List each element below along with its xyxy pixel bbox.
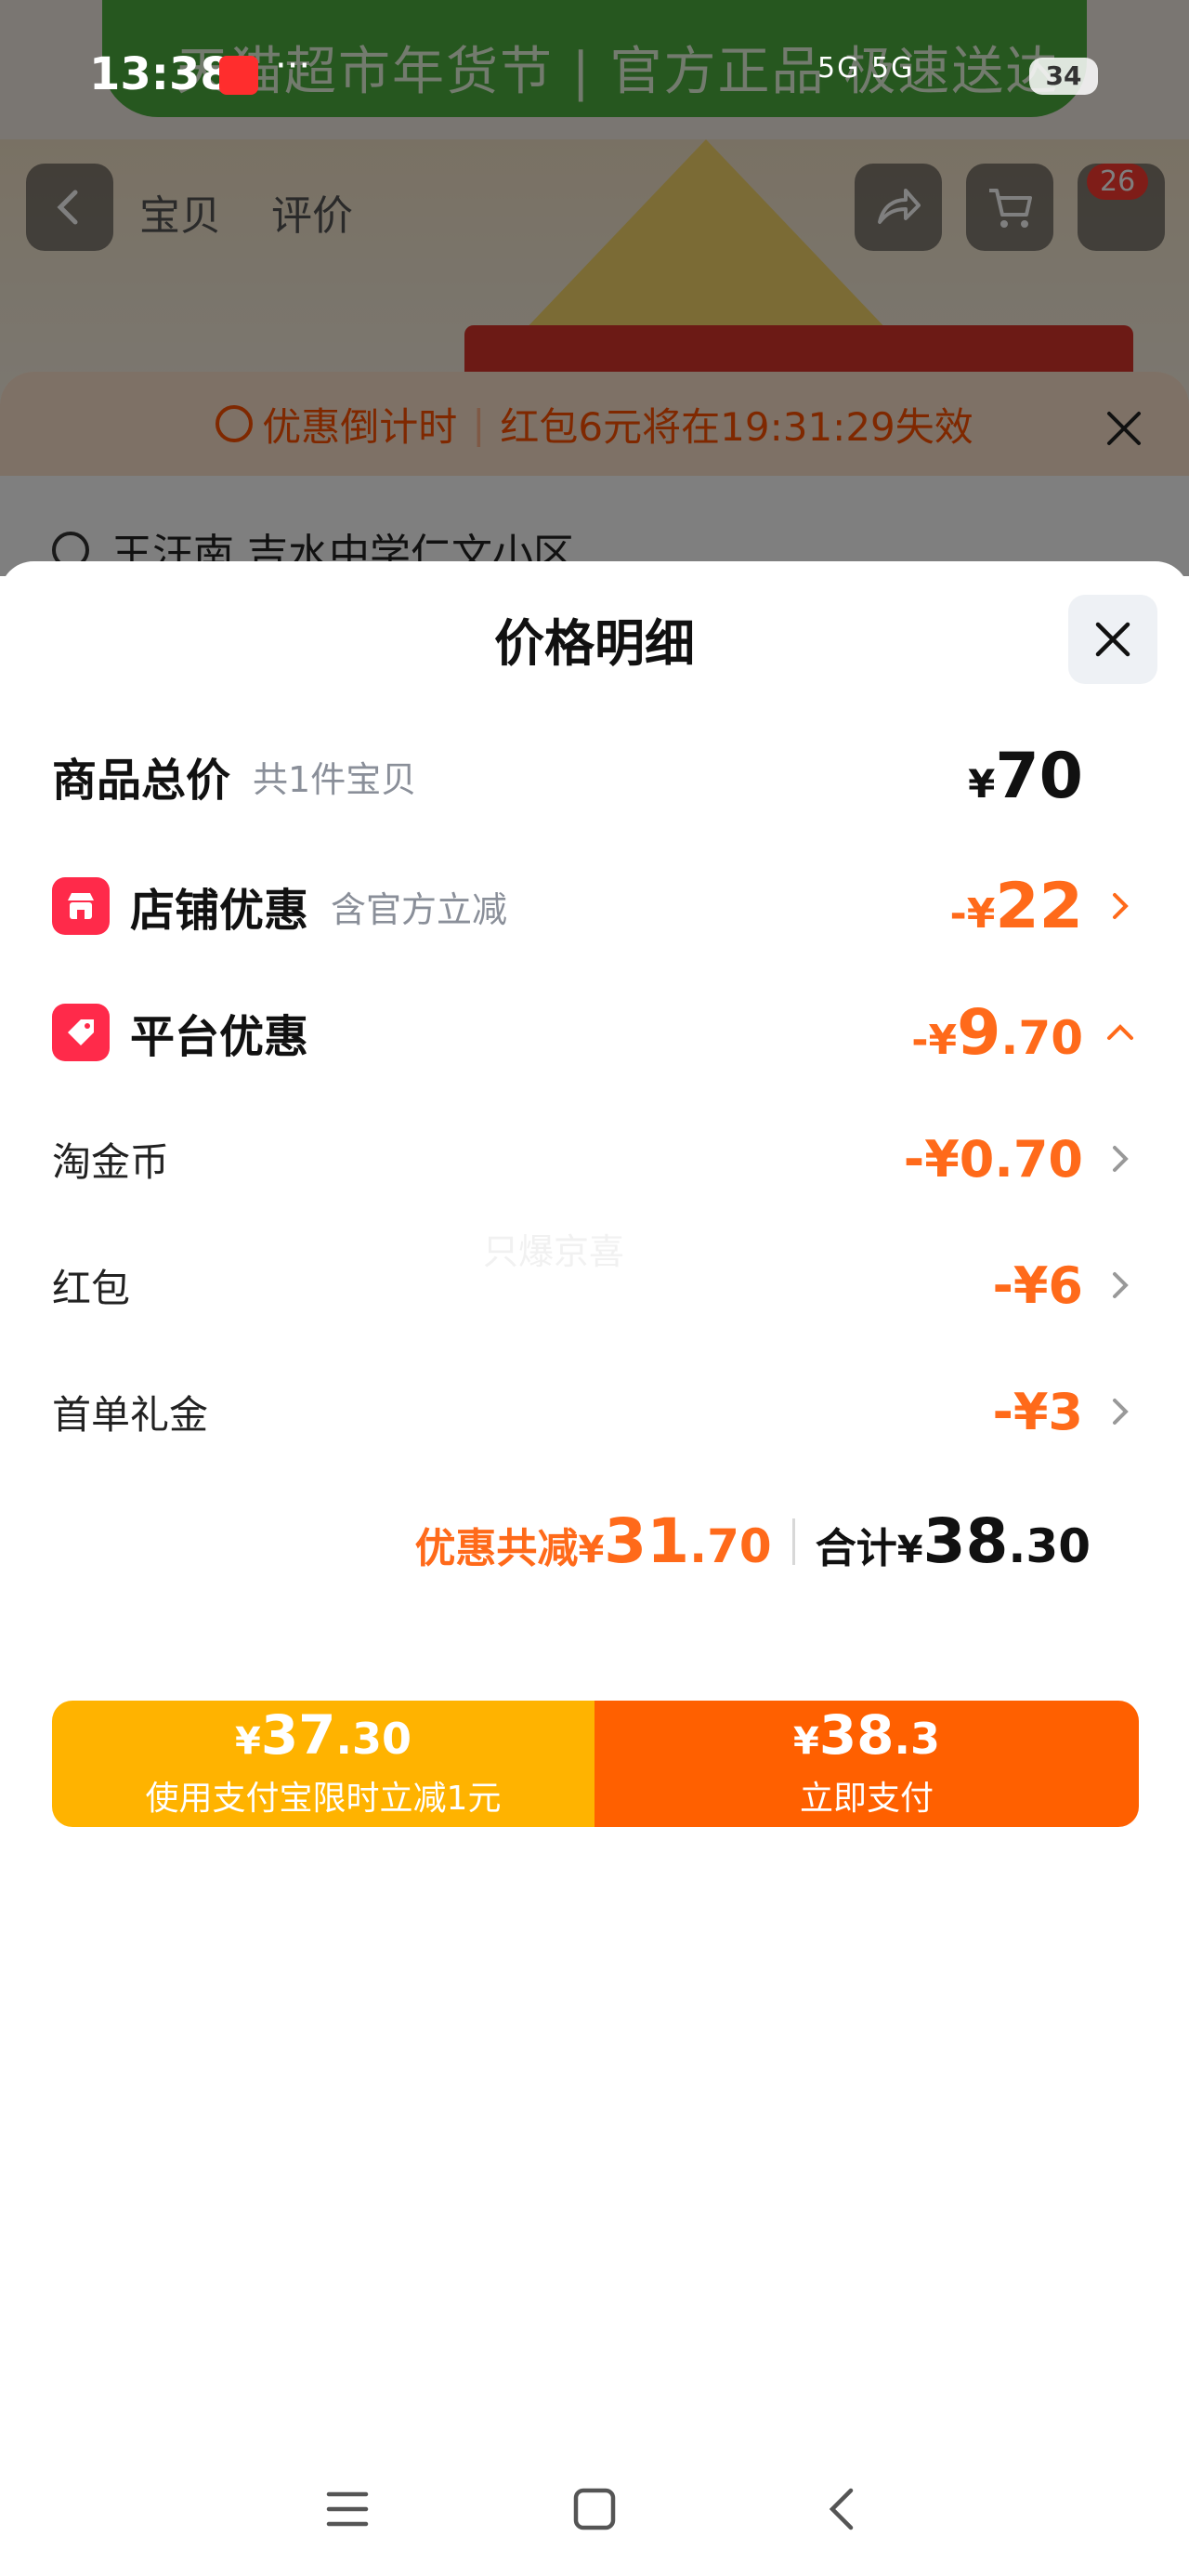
signal-icon: 5G 5G xyxy=(817,52,915,85)
alipay-price: ¥ 37 .30 xyxy=(235,1708,412,1762)
red-packet-amount: -¥6 xyxy=(992,1255,1083,1315)
close-icon xyxy=(1095,622,1130,657)
status-time: 13:38 xyxy=(89,48,231,100)
taojinbi-label: 淘金币 xyxy=(52,1138,170,1185)
taojinbi-row[interactable]: 淘金币 -¥0.70 xyxy=(52,1117,1139,1201)
price-detail-sheet: 价格明细 商品总价 共1件宝贝 ¥ 70 店铺优惠 含官方立减 -¥ 22 平台… xyxy=(0,561,1189,2576)
home-icon xyxy=(573,2488,616,2530)
goods-total-currency: ¥ xyxy=(968,760,996,807)
goods-total-row: 商品总价 共1件宝贝 ¥ 70 xyxy=(52,734,1139,818)
alipay-price-currency: ¥ xyxy=(234,1720,261,1763)
discount-total-currency: ¥ xyxy=(578,1529,605,1571)
goods-count-label: 共1件宝贝 xyxy=(253,758,417,800)
pay-now-caption: 立即支付 xyxy=(799,1780,934,1818)
shop-discount-value: 22 xyxy=(995,869,1083,943)
pay-now-dec: .3 xyxy=(894,1714,941,1764)
battery-icon: 34 xyxy=(1029,58,1098,95)
red-packet-label: 红包 xyxy=(52,1265,131,1311)
sheet-close-button[interactable] xyxy=(1068,595,1157,684)
discount-total-int: 31 xyxy=(604,1505,690,1577)
alipay-price-int: 37 xyxy=(260,1703,336,1767)
grand-total-label: 合计 xyxy=(815,1525,897,1572)
nav-back-button[interactable] xyxy=(804,2472,879,2546)
sheet-title: 价格明细 xyxy=(494,614,695,673)
pay-now-price: ¥ 38 .3 xyxy=(793,1708,940,1762)
home-button[interactable] xyxy=(557,2472,632,2546)
pay-now-int: 38 xyxy=(818,1703,895,1767)
platform-discount-dec: .70 xyxy=(1000,1010,1083,1065)
shop-discount-label: 店铺优惠 xyxy=(130,885,309,937)
status-more-dots: ··· xyxy=(275,45,311,87)
alipay-price-dec: .30 xyxy=(335,1714,412,1764)
chevron-up-icon xyxy=(1102,1021,1139,1044)
tag-icon xyxy=(52,1004,110,1061)
chevron-right-icon xyxy=(1102,1395,1139,1428)
summary-divider xyxy=(791,1518,795,1565)
shop-discount-amount: -¥ 22 xyxy=(949,870,1083,943)
chevron-right-icon xyxy=(1102,1142,1139,1176)
store-icon xyxy=(52,877,110,935)
goods-total-label: 商品总价 xyxy=(52,755,231,807)
platform-discount-int: 9 xyxy=(957,995,1001,1070)
discount-total-dec: .70 xyxy=(689,1519,772,1573)
grand-total-int: 38 xyxy=(922,1505,1009,1577)
pay-now-currency: ¥ xyxy=(792,1720,819,1763)
alipay-caption: 使用支付宝限时立减1元 xyxy=(145,1780,502,1818)
chevron-right-icon xyxy=(1102,1268,1139,1302)
goods-total-amount: ¥ 70 xyxy=(968,740,1083,813)
grand-total-currency: ¥ xyxy=(896,1529,923,1571)
shop-discount-sign: -¥ xyxy=(949,889,996,938)
shop-discount-row[interactable]: 店铺优惠 含官方立减 -¥ 22 xyxy=(52,864,1139,948)
first-order-gift-row[interactable]: 首单礼金 -¥3 xyxy=(52,1370,1139,1453)
goods-total-value: 70 xyxy=(995,739,1083,813)
system-nav-bar xyxy=(0,2444,1189,2565)
platform-discount-label: 平台优惠 xyxy=(130,1011,309,1063)
chevron-right-icon xyxy=(1102,889,1139,923)
app-notification-icon xyxy=(219,56,258,95)
nav-back-icon xyxy=(829,2488,854,2530)
pay-now-button[interactable]: ¥ 38 .3 立即支付 xyxy=(594,1701,1139,1827)
grand-total-dec: .30 xyxy=(1008,1519,1091,1573)
platform-discount-sign: -¥ xyxy=(911,1016,958,1064)
taojinbi-amount: -¥0.70 xyxy=(903,1129,1083,1189)
platform-discount-row[interactable]: 平台优惠 -¥ 9 .70 xyxy=(52,991,1139,1074)
alipay-discount-button[interactable]: ¥ 37 .30 使用支付宝限时立减1元 xyxy=(52,1701,594,1827)
payment-bar: ¥ 37 .30 使用支付宝限时立减1元 ¥ 38 .3 立即支付 xyxy=(52,1701,1139,1827)
platform-discount-amount: -¥ 9 .70 xyxy=(911,996,1083,1070)
watermark-text: 只爆京喜 xyxy=(483,1231,625,1272)
first-order-gift-amount: -¥3 xyxy=(992,1382,1083,1441)
menu-icon xyxy=(326,2491,369,2527)
shop-discount-note: 含官方立减 xyxy=(331,888,508,930)
first-order-gift-label: 首单礼金 xyxy=(52,1391,209,1438)
discount-total-label: 优惠共减 xyxy=(414,1525,579,1572)
menu-button[interactable] xyxy=(310,2472,385,2546)
price-summary: 优惠共减 ¥ 31 .70 合计 ¥ 38 .30 xyxy=(414,1505,1091,1577)
status-bar: 13:38 ··· 5G 5G 34 xyxy=(0,0,1189,139)
